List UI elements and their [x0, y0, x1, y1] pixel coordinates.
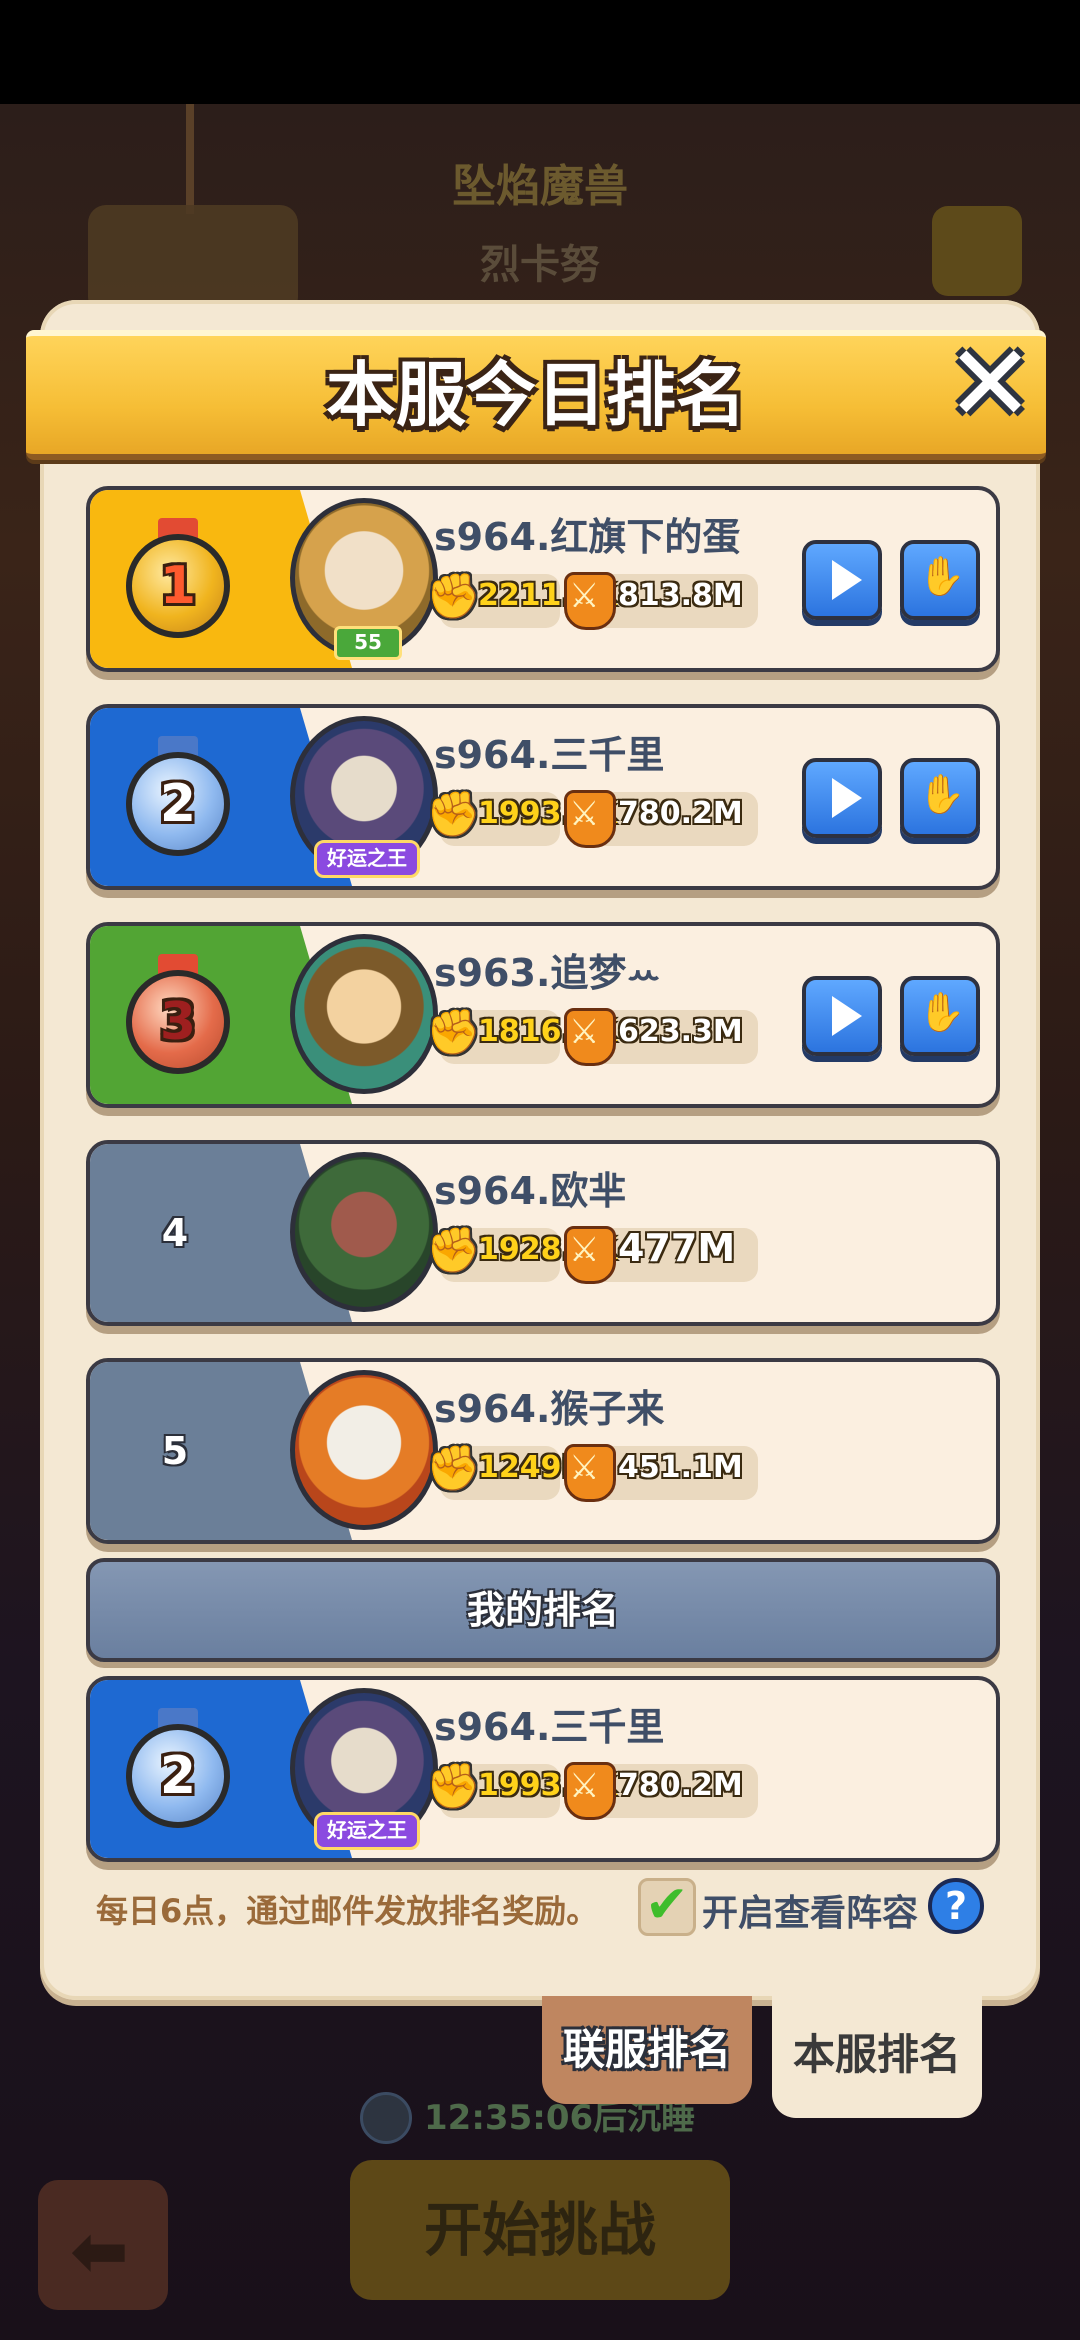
score-value: 451.1M	[618, 1450, 743, 1485]
rope-decoration	[186, 104, 194, 214]
dialog-title: 本服今日排名	[326, 354, 746, 436]
score-value: 813.8M	[618, 578, 743, 613]
bronze-medal-icon: 3	[122, 954, 234, 1078]
checkmark-icon: ✔	[645, 1875, 689, 1935]
score-value: 780.2M	[618, 796, 743, 831]
player-name: s964.三千里	[434, 733, 665, 777]
tab-local-server-ranking[interactable]: 本服排名	[772, 1990, 982, 2118]
rank-number: 5	[161, 1429, 189, 1473]
score-value: 623.3M	[618, 1014, 743, 1049]
info-button[interactable]	[932, 206, 1022, 296]
ranking-row-2: 2 好运之王 s964.三千里 1993.6K 780.2M	[86, 704, 1000, 890]
my-rank-header: 我的排名	[86, 1558, 1000, 1662]
rank-number: 2	[159, 774, 197, 834]
crossed-swords-shield-icon	[560, 1004, 616, 1066]
formation-button[interactable]	[900, 976, 980, 1056]
silver-medal-icon: 2	[122, 736, 234, 860]
player-name: s964.欧芈	[434, 1169, 627, 1213]
title-badge: 好运之王	[314, 840, 420, 878]
reward-notice: 每日6点，通过邮件发放排名奖励。	[96, 1892, 599, 1930]
boss-title: 坠焰魔兽	[452, 161, 628, 212]
player-name: s963.追梦ꕀ	[434, 951, 661, 995]
ranking-row-1: 1 55 s964.红旗下的蛋 2211.8K 813.8M	[86, 486, 1000, 672]
play-button[interactable]	[802, 758, 882, 838]
fist-icon	[426, 1004, 481, 1064]
fist-icon	[426, 1758, 481, 1818]
dialog-title-bar: 本服今日排名	[26, 330, 1046, 460]
score-value: 477M	[618, 1226, 736, 1270]
rank-number: 1	[159, 556, 197, 616]
play-button[interactable]	[802, 976, 882, 1056]
ranking-row-3: 3 s963.追梦ꕀ 1816.4K 623.3M	[86, 922, 1000, 1108]
back-arrow-icon: ⬅	[70, 2210, 129, 2292]
boss-name: 烈卡努	[480, 242, 600, 288]
formation-button[interactable]	[900, 758, 980, 838]
crossed-swords-shield-icon	[560, 568, 616, 630]
close-button[interactable]: ✕	[944, 322, 1036, 445]
start-challenge-button[interactable]: 开始挑战	[350, 2160, 730, 2300]
tab-cross-server-ranking[interactable]: 联服排名	[542, 1996, 752, 2104]
player-avatar[interactable]	[290, 934, 438, 1094]
player-name: s964.红旗下的蛋	[434, 515, 741, 559]
view-lineup-label[interactable]: 开启查看阵容	[702, 1884, 918, 1936]
rank-number: 4	[161, 1211, 189, 1255]
rank-number: 2	[159, 1746, 197, 1806]
hanging-sign	[88, 205, 298, 315]
crossed-swords-shield-icon	[560, 786, 616, 848]
play-button[interactable]	[802, 540, 882, 620]
crossed-swords-shield-icon	[560, 1440, 616, 1502]
close-icon: ✕	[945, 322, 1035, 445]
fist-icon	[426, 568, 481, 628]
fist-icon	[426, 1222, 481, 1282]
score-value: 780.2M	[618, 1768, 743, 1803]
fist-icon	[426, 1440, 481, 1500]
crossed-swords-shield-icon	[560, 1758, 616, 1820]
title-badge: 好运之王	[314, 1812, 420, 1850]
view-lineup-checkbox[interactable]: ✔	[638, 1875, 696, 1936]
my-rank-row: 2 好运之王 s964.三千里 1993.6K 780.2M	[86, 1676, 1000, 1862]
fist-icon	[426, 786, 481, 846]
rank-number: 3	[159, 992, 197, 1052]
player-avatar[interactable]	[290, 1370, 438, 1530]
player-name: s964.三千里	[434, 1705, 665, 1749]
player-name: s964.猴子来	[434, 1387, 665, 1431]
avatar-level-badge: 55	[334, 626, 402, 660]
crossed-swords-shield-icon	[560, 1222, 616, 1284]
ranking-row-4: 4 s964.欧芈 1928.7K 477M	[86, 1140, 1000, 1326]
player-avatar[interactable]	[290, 1152, 438, 1312]
gold-medal-icon: 1	[122, 518, 234, 642]
silver-medal-icon: 2	[122, 1708, 234, 1832]
help-button[interactable]: ?	[928, 1878, 984, 1934]
game-screen: 坠焰魔兽 烈卡努 12:35:06后沉睡 开始挑战 ⬅ 本服今日排名 ✕ 1 5…	[0, 0, 1080, 2340]
formation-button[interactable]	[900, 540, 980, 620]
my-rank-header-label: 我的排名	[466, 1588, 619, 1632]
ranking-row-5: 5 s964.猴子来 1249K 451.1M	[86, 1358, 1000, 1544]
